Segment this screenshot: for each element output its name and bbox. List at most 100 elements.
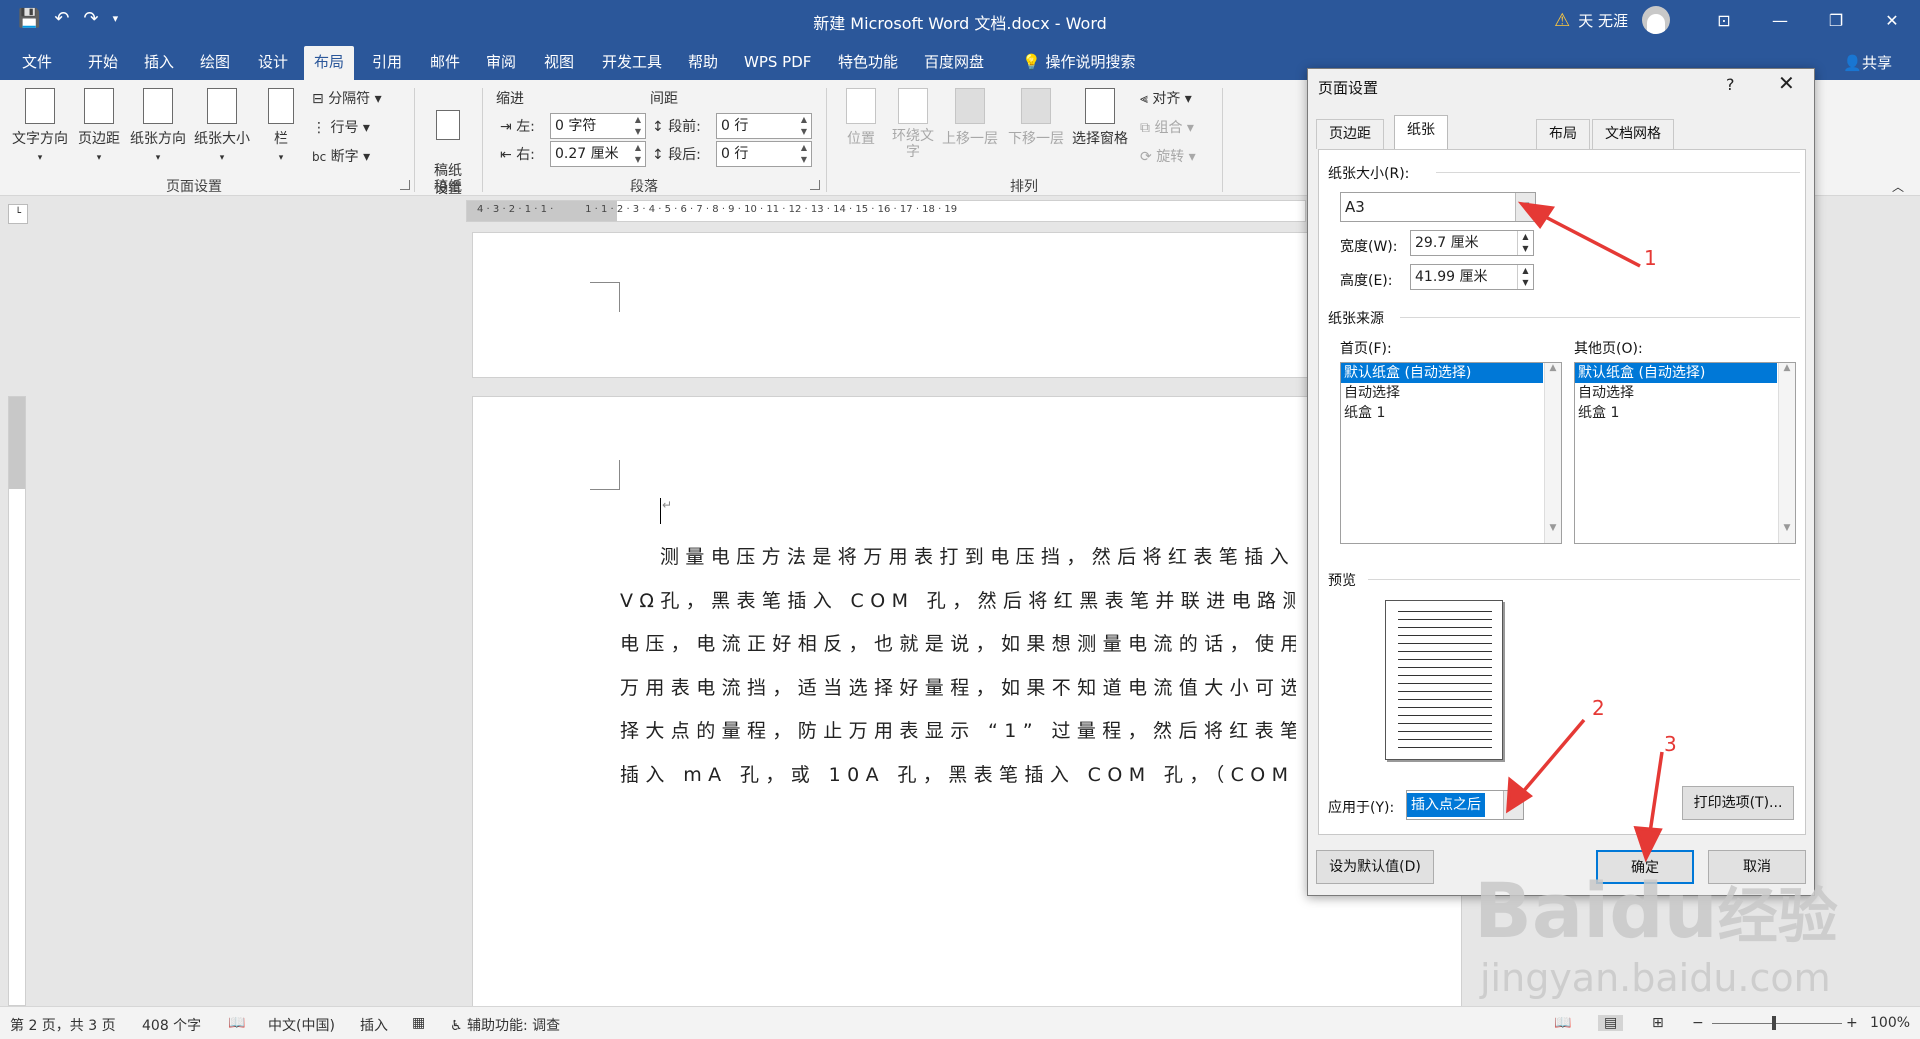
position-button[interactable]: 位置 xyxy=(846,88,876,148)
spinner-arrows-icon[interactable]: ▲ ▼ xyxy=(797,142,811,166)
close-icon[interactable]: ✕ xyxy=(1778,71,1795,95)
close-window-icon[interactable]: ✕ xyxy=(1864,11,1920,30)
tab-references[interactable]: 引用 xyxy=(362,46,412,80)
align-button[interactable]: ⫷ 对齐 ▾ xyxy=(1140,88,1192,108)
height-input[interactable]: 41.99 厘米 ▲ ▼ xyxy=(1410,264,1534,290)
first-page-list[interactable]: 默认纸盒 (自动选择) 自动选择 纸盒 1 ▲ ▼ xyxy=(1340,362,1562,544)
set-default-button[interactable]: 设为默认值(D) xyxy=(1316,850,1434,884)
restore-icon[interactable]: ❐ xyxy=(1808,11,1864,30)
list-item[interactable]: 自动选择 xyxy=(1575,383,1795,403)
list-item[interactable]: 纸盒 1 xyxy=(1341,403,1561,423)
zoom-out-icon[interactable]: − xyxy=(1692,1015,1704,1031)
tab-view[interactable]: 视图 xyxy=(534,46,584,80)
tab-selector-icon[interactable]: └ xyxy=(8,204,28,224)
rotate-button[interactable]: ⟳ 旋转 ▾ xyxy=(1140,146,1196,166)
spacing-after-input[interactable]: 0 行 ▲ ▼ xyxy=(716,141,812,167)
text-direction-button[interactable]: 文字方向 ▾ xyxy=(12,88,68,164)
paragraph-line: 择大点的量程，防止万用表显示 “1” 过量程，然后将红表笔 xyxy=(620,720,1296,742)
dialog-tab-grid[interactable]: 文档网格 xyxy=(1592,119,1674,149)
spinner-arrows-icon[interactable]: ▲ ▼ xyxy=(1517,231,1533,255)
tab-wps-pdf[interactable]: WPS PDF xyxy=(734,46,821,80)
hyphenation-button[interactable]: bc 断字 ▾ xyxy=(312,146,370,166)
selection-pane-button[interactable]: 选择窗格 xyxy=(1072,88,1128,148)
print-layout-icon[interactable]: ▤ xyxy=(1598,1015,1624,1031)
spinner-arrows-icon[interactable]: ▲ ▼ xyxy=(1517,265,1533,289)
spinner-arrows-icon[interactable]: ▲ ▼ xyxy=(631,142,645,166)
proofing-icon[interactable]: 📖 xyxy=(228,1015,245,1031)
spinner-arrows-icon[interactable]: ▲ ▼ xyxy=(631,114,645,138)
accessibility-icon: ♿ xyxy=(450,1018,463,1034)
share-button[interactable]: 👤共享 xyxy=(1843,52,1892,73)
group-objects-button[interactable]: ⧉ 组合 ▾ xyxy=(1140,117,1194,137)
indent-right-input[interactable]: 0.27 厘米 ▲ ▼ xyxy=(550,141,646,167)
tell-me-search[interactable]: 💡 操作说明搜索 xyxy=(1012,46,1145,80)
insert-mode[interactable]: 插入 xyxy=(360,1015,388,1035)
group-separator xyxy=(414,88,415,192)
zoom-level[interactable]: 100% xyxy=(1870,1015,1910,1031)
tab-draw[interactable]: 绘图 xyxy=(190,46,240,80)
chevron-down-icon[interactable]: ▼ xyxy=(1503,791,1523,819)
zoom-slider[interactable] xyxy=(1712,1023,1842,1024)
orientation-button[interactable]: 纸张方向 ▾ xyxy=(130,88,186,164)
warning-icon[interactable]: ⚠ xyxy=(1554,10,1570,31)
scrollbar[interactable]: ▲ ▼ xyxy=(1778,363,1795,543)
read-mode-icon[interactable]: 📖 xyxy=(1554,1015,1571,1031)
breaks-button[interactable]: ⊟ 分隔符 ▾ xyxy=(312,88,382,108)
send-backward-button[interactable]: 下移一层 xyxy=(1008,88,1064,148)
align-label: 对齐 xyxy=(1152,91,1181,107)
list-item[interactable]: 默认纸盒 (自动选择) xyxy=(1575,363,1777,383)
accessibility-status[interactable]: ♿ 辅助功能: 调查 xyxy=(450,1015,560,1035)
tab-layout[interactable]: 布局 xyxy=(304,46,355,80)
other-pages-list[interactable]: 默认纸盒 (自动选择) 自动选择 纸盒 1 ▲ ▼ xyxy=(1574,362,1796,544)
page-setup-launcher-icon[interactable] xyxy=(400,180,410,190)
bring-forward-button[interactable]: 上移一层 xyxy=(942,88,998,148)
tab-file[interactable]: 文件 xyxy=(12,46,62,80)
zoom-in-icon[interactable]: + xyxy=(1846,1015,1858,1031)
paper-size-select[interactable]: A3 ▼ xyxy=(1340,192,1536,222)
horizontal-ruler[interactable]: 4 · 3 · 2 · 1 · 1 · 1 · 1 · 2 · 3 · 4 · … xyxy=(466,200,1306,222)
spinner-arrows-icon[interactable]: ▲ ▼ xyxy=(797,114,811,138)
vertical-ruler[interactable] xyxy=(8,396,26,1006)
chevron-down-icon[interactable]: ▼ xyxy=(1515,193,1535,221)
word-count[interactable]: 408 个字 xyxy=(142,1015,201,1035)
text-direction-icon xyxy=(25,88,55,124)
tab-review[interactable]: 审阅 xyxy=(476,46,526,80)
list-item[interactable]: 默认纸盒 (自动选择) xyxy=(1341,363,1543,383)
page-count[interactable]: 第 2 页，共 3 页 xyxy=(10,1015,116,1035)
web-layout-icon[interactable]: ⊞ xyxy=(1652,1015,1664,1031)
list-item[interactable]: 纸盒 1 xyxy=(1575,403,1795,423)
language[interactable]: 中文(中国) xyxy=(268,1015,335,1035)
zoom-slider-thumb[interactable] xyxy=(1772,1016,1776,1030)
tab-home[interactable]: 开始 xyxy=(78,46,128,80)
margins-button[interactable]: 页边距 ▾ xyxy=(78,88,120,164)
line-numbers-button[interactable]: ⋮ 行号 ▾ xyxy=(312,117,370,137)
tab-design[interactable]: 设计 xyxy=(248,46,298,80)
columns-button[interactable]: 栏 ▾ xyxy=(268,88,294,164)
tab-help[interactable]: 帮助 xyxy=(678,46,728,80)
tab-features[interactable]: 特色功能 xyxy=(828,46,908,80)
user-name[interactable]: 天 无涯 xyxy=(1578,10,1628,31)
tab-baidu-netdisk[interactable]: 百度网盘 xyxy=(914,46,994,80)
list-item[interactable]: 自动选择 xyxy=(1341,383,1561,403)
indent-left-input[interactable]: 0 字符 ▲ ▼ xyxy=(550,113,646,139)
width-input[interactable]: 29.7 厘米 ▲ ▼ xyxy=(1410,230,1534,256)
tab-mailings[interactable]: 邮件 xyxy=(420,46,470,80)
collapse-ribbon-icon[interactable]: ︿ xyxy=(1892,178,1904,195)
macro-record-icon[interactable]: ▦ xyxy=(412,1015,425,1031)
paragraph-launcher-icon[interactable] xyxy=(810,180,820,190)
print-options-button[interactable]: 打印选项(T)... xyxy=(1682,786,1794,820)
dialog-tab-layout[interactable]: 布局 xyxy=(1536,119,1590,149)
scrollbar[interactable]: ▲ ▼ xyxy=(1544,363,1561,543)
tab-developer[interactable]: 开发工具 xyxy=(592,46,672,80)
size-button[interactable]: 纸张大小 ▾ xyxy=(194,88,250,164)
help-icon[interactable]: ? xyxy=(1726,75,1735,94)
avatar[interactable] xyxy=(1642,6,1670,34)
minimize-icon[interactable]: — xyxy=(1752,11,1808,30)
spacing-before-input[interactable]: 0 行 ▲ ▼ xyxy=(716,113,812,139)
wrap-text-button[interactable]: 环绕文字 xyxy=(890,88,936,160)
dialog-tab-margins[interactable]: 页边距 xyxy=(1316,119,1384,149)
ribbon-display-options-icon[interactable]: ⊡ xyxy=(1696,11,1752,30)
document-paragraph[interactable]: 测量电压方法是将万用表打到电压挡，然后将红表笔插入 VΩ孔，黑表笔插入 COM … xyxy=(620,536,1296,797)
dialog-tab-paper[interactable]: 纸张 xyxy=(1394,115,1448,150)
tab-insert[interactable]: 插入 xyxy=(134,46,184,80)
